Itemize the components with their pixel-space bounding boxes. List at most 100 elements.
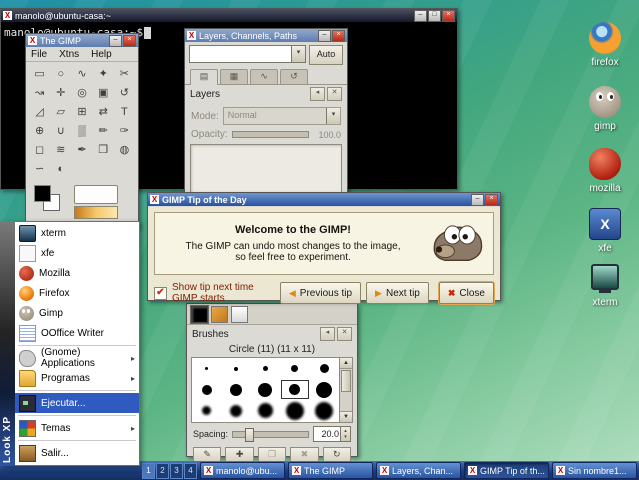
menu-item-temas[interactable]: Temas ▸ bbox=[15, 418, 139, 438]
tool-button[interactable] bbox=[93, 159, 114, 178]
brush-thumbnail[interactable] bbox=[310, 379, 339, 400]
taskbar-task-terminal[interactable]: X manolo@ubu... bbox=[200, 462, 285, 479]
tool-button[interactable]: ↺ bbox=[114, 83, 135, 102]
workspace-4[interactable]: 4 bbox=[184, 462, 197, 479]
tool-button[interactable]: ∽ bbox=[29, 159, 50, 178]
menu-item-xfe[interactable]: xfe bbox=[15, 243, 139, 263]
menu-item-ejecutar[interactable]: Ejecutar... bbox=[15, 393, 139, 413]
brush-thumbnail[interactable] bbox=[310, 358, 339, 379]
tool-button[interactable]: ⊕ bbox=[29, 121, 50, 140]
tool-button[interactable]: ↝ bbox=[29, 83, 50, 102]
taskbar-task-tip-dialog[interactable]: X GIMP Tip of th... bbox=[464, 462, 549, 479]
tab-paths[interactable]: ∿ bbox=[250, 69, 278, 84]
tool-button[interactable]: ✦ bbox=[93, 64, 114, 83]
brush-thumbnail[interactable] bbox=[280, 358, 309, 379]
brush-thumbnail[interactable] bbox=[221, 400, 250, 421]
spacing-slider-thumb[interactable] bbox=[245, 427, 255, 442]
brush-thumbnail[interactable] bbox=[310, 400, 339, 421]
tool-button[interactable] bbox=[114, 159, 135, 178]
spin-down-icon[interactable]: ▾ bbox=[341, 434, 350, 440]
maximize-button[interactable]: □ bbox=[428, 9, 441, 22]
tab-menu-button[interactable]: ◂ bbox=[310, 87, 325, 101]
tip-titlebar[interactable]: X GIMP Tip of the Day – × bbox=[148, 193, 500, 206]
tool-button[interactable]: ◍ bbox=[114, 140, 135, 159]
brush-thumbnail[interactable] bbox=[221, 358, 250, 379]
tool-button[interactable]: ✒ bbox=[71, 140, 92, 159]
menu-item-programas[interactable]: Programas ▸ bbox=[15, 368, 139, 388]
workspace-2[interactable]: 2 bbox=[156, 462, 169, 479]
tool-button[interactable] bbox=[71, 159, 92, 178]
tool-button[interactable]: ∿ bbox=[71, 64, 92, 83]
desktop-icon-gimp[interactable]: gimp bbox=[577, 86, 633, 132]
tool-button[interactable]: ○ bbox=[50, 64, 71, 83]
desktop-icon-xfe[interactable]: X xfe bbox=[577, 208, 633, 254]
toolbox-titlebar[interactable]: X The GIMP – × bbox=[26, 34, 138, 47]
patterns-tab[interactable] bbox=[211, 305, 228, 323]
menu-item-gnome-applications[interactable]: (Gnome) Applications ▸ bbox=[15, 347, 139, 369]
taskbar-task-sin-nombre[interactable]: X Sin nombre1... bbox=[552, 462, 637, 479]
brushes-tab[interactable] bbox=[191, 305, 208, 323]
menu-help[interactable]: Help bbox=[91, 49, 112, 60]
tool-button[interactable]: ▱ bbox=[50, 102, 71, 121]
gradient-indicator[interactable] bbox=[74, 206, 118, 219]
workspace-3[interactable]: 3 bbox=[170, 462, 183, 479]
taskbar-task-layers[interactable]: X Layers, Chan... bbox=[376, 462, 461, 479]
tool-button[interactable]: ✏ bbox=[93, 121, 114, 140]
tool-button[interactable]: ◎ bbox=[71, 83, 92, 102]
minimize-button[interactable]: – bbox=[471, 193, 484, 206]
scrollbar-thumb[interactable] bbox=[341, 370, 351, 392]
tab-close-button[interactable]: ✕ bbox=[337, 327, 352, 341]
menu-xtns[interactable]: Xtns bbox=[59, 49, 79, 60]
foreground-color-swatch[interactable] bbox=[34, 185, 51, 202]
taskbar-task-gimp[interactable]: X The GIMP bbox=[288, 462, 373, 479]
mode-select[interactable]: Normal ▾ bbox=[222, 107, 341, 125]
desktop-icon-xterm[interactable]: xterm bbox=[577, 262, 633, 308]
tool-button[interactable]: ✛ bbox=[50, 83, 71, 102]
menu-item-ooffice-writer[interactable]: OOffice Writer bbox=[15, 323, 139, 343]
menu-item-mozilla[interactable]: Mozilla bbox=[15, 263, 139, 283]
brush-thumbnail[interactable] bbox=[192, 358, 221, 379]
show-tips-checkbox[interactable]: ✔ bbox=[154, 286, 167, 300]
minimize-button[interactable]: – bbox=[109, 34, 122, 47]
menu-file[interactable]: File bbox=[31, 49, 47, 60]
minimize-button[interactable]: – bbox=[318, 29, 331, 42]
tool-button[interactable]: ∪ bbox=[50, 121, 71, 140]
brush-thumbnail[interactable] bbox=[280, 400, 309, 421]
tab-undo-history[interactable]: ↺ bbox=[280, 69, 308, 84]
desktop-icon-firefox[interactable]: firefox bbox=[577, 22, 633, 68]
menu-item-firefox[interactable]: Firefox bbox=[15, 283, 139, 303]
spacing-slider[interactable] bbox=[232, 427, 309, 442]
terminal-titlebar[interactable]: X manolo@ubuntu-casa:~ – □ × bbox=[1, 9, 457, 22]
gradients-tab[interactable] bbox=[231, 305, 248, 323]
tool-button[interactable]: ▒ bbox=[71, 121, 92, 140]
tab-layers[interactable]: ▤ bbox=[190, 69, 218, 85]
tool-button[interactable]: ✑ bbox=[114, 121, 135, 140]
brush-thumbnail[interactable] bbox=[251, 358, 280, 379]
brush-thumbnail[interactable] bbox=[221, 379, 250, 400]
opacity-slider[interactable] bbox=[231, 131, 309, 138]
brush-thumbnail-selected[interactable] bbox=[280, 379, 309, 400]
menu-item-salir[interactable]: Salir... bbox=[15, 443, 139, 463]
tab-menu-button[interactable]: ◂ bbox=[320, 327, 335, 341]
tool-button[interactable]: ◿ bbox=[29, 102, 50, 121]
tool-button[interactable]: ▭ bbox=[29, 64, 50, 83]
close-button[interactable]: × bbox=[123, 34, 136, 47]
desktop-icon-mozilla[interactable]: mozilla bbox=[577, 148, 633, 194]
tool-button[interactable]: ≋ bbox=[50, 140, 71, 159]
next-tip-button[interactable]: ▶ Next tip bbox=[366, 282, 429, 304]
tab-channels[interactable]: ▦ bbox=[220, 69, 248, 84]
auto-button[interactable]: Auto bbox=[309, 45, 343, 65]
tab-close-button[interactable]: ✕ bbox=[327, 87, 342, 101]
brush-grid-scrollbar[interactable]: ▲ ▼ bbox=[339, 357, 353, 423]
close-tip-button[interactable]: ✖ Close bbox=[438, 282, 494, 304]
layers-titlebar[interactable]: X Layers, Channels, Paths – × bbox=[185, 29, 347, 42]
brush-thumbnail[interactable] bbox=[251, 400, 280, 421]
tool-button[interactable]: ❒ bbox=[93, 140, 114, 159]
close-button[interactable]: × bbox=[332, 29, 345, 42]
tool-button[interactable]: ◻ bbox=[29, 140, 50, 159]
menu-item-gimp[interactable]: Gimp bbox=[15, 303, 139, 323]
brush-indicator[interactable] bbox=[74, 185, 118, 204]
workspace-1[interactable]: 1 bbox=[142, 462, 155, 479]
tool-button[interactable]: ◐ bbox=[50, 159, 71, 178]
tool-button[interactable]: ✂ bbox=[114, 64, 135, 83]
